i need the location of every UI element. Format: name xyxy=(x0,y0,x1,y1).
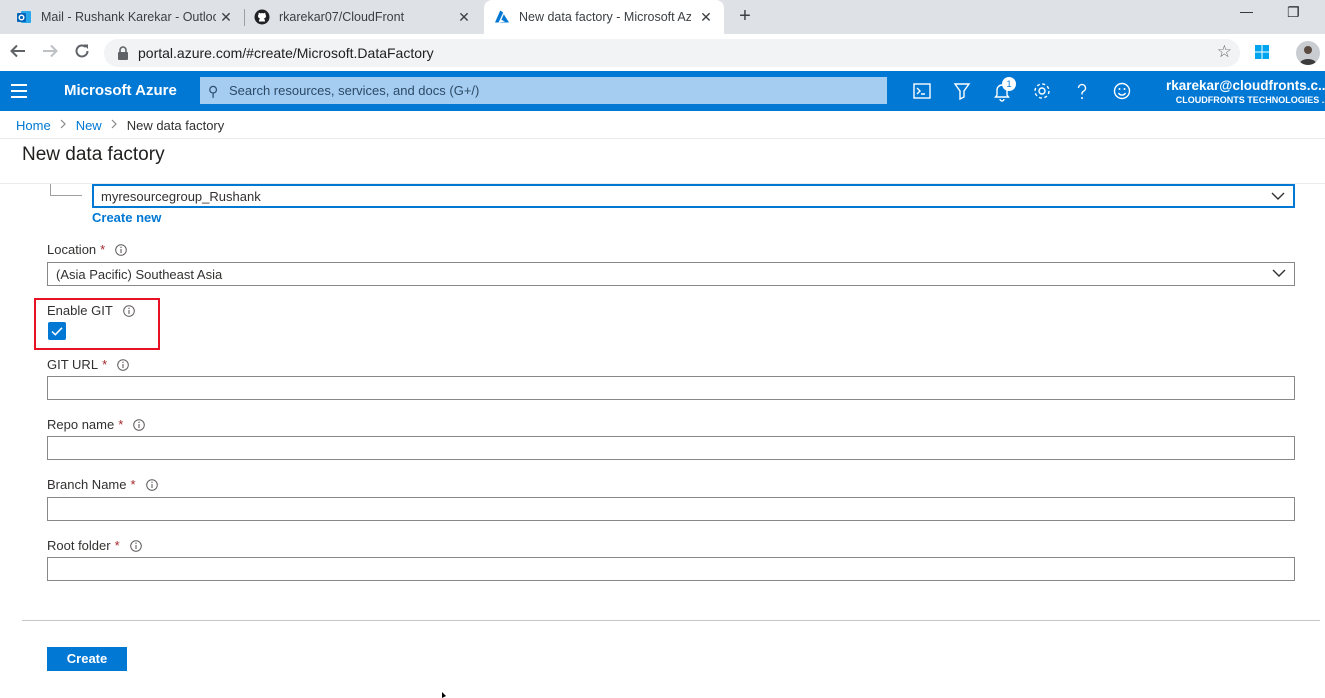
github-icon xyxy=(254,9,270,25)
outlook-icon xyxy=(17,11,31,23)
account-organization: CLOUDFRONTS TECHNOLOGIES ... xyxy=(1175,95,1325,105)
location-value: (Asia Pacific) Southeast Asia xyxy=(56,267,223,282)
branch-name-label: Branch Name * xyxy=(47,477,158,492)
root-folder-input[interactable] xyxy=(47,557,1295,581)
info-icon[interactable] xyxy=(115,243,128,256)
breadcrumb-new[interactable]: New xyxy=(76,118,102,133)
forward-button[interactable] xyxy=(40,42,60,62)
azure-top-bar: Microsoft Azure ⚲ Search resources, serv… xyxy=(0,71,1325,111)
url-text: portal.azure.com/#create/Microsoft.DataF… xyxy=(138,45,434,61)
enable-git-label: Enable GIT xyxy=(47,303,135,318)
breadcrumb-current: New data factory xyxy=(126,118,225,133)
create-new-resource-group-link[interactable]: Create new xyxy=(92,210,161,225)
required-asterisk: * xyxy=(100,242,106,257)
tab-outlook-mail[interactable]: Mail - Rushank Karekar - Outlook ✕ xyxy=(16,0,244,34)
browser-toolbar: portal.azure.com/#create/Microsoft.DataF… xyxy=(0,34,1325,71)
global-search-input[interactable]: ⚲ Search resources, services, and docs (… xyxy=(200,77,887,104)
windows-extension-icon[interactable] xyxy=(1255,45,1269,59)
search-icon: ⚲ xyxy=(208,83,219,99)
tab-title: New data factory - Microsoft Azure xyxy=(519,10,691,24)
tree-connector-line xyxy=(50,184,82,196)
close-tab-icon[interactable]: ✕ xyxy=(456,9,472,25)
notification-count-badge: 1 xyxy=(1002,77,1016,91)
location-label-text: Location xyxy=(47,242,97,257)
settings-gear-icon[interactable] xyxy=(1031,80,1053,102)
hamburger-menu-icon[interactable] xyxy=(11,84,27,98)
divider xyxy=(0,138,1325,139)
location-label: Location * xyxy=(47,242,128,257)
arrow-left-icon xyxy=(10,44,25,58)
tab-github-cloudfront[interactable]: rkarekar07/CloudFront ✕ xyxy=(254,0,482,34)
back-button[interactable] xyxy=(8,42,28,62)
reload-button[interactable] xyxy=(72,42,92,62)
directory-filter-icon[interactable] xyxy=(951,80,973,102)
required-asterisk: * xyxy=(114,538,120,553)
close-tab-icon[interactable]: ✕ xyxy=(698,9,714,25)
chevron-down-icon xyxy=(1271,192,1285,200)
profile-avatar[interactable] xyxy=(1296,41,1320,65)
resource-group-select[interactable]: myresourcegroup_Rushank xyxy=(92,184,1295,208)
repo-name-label-text: Repo name xyxy=(47,417,115,432)
branch-name-input[interactable] xyxy=(47,497,1295,521)
azure-brand[interactable]: Microsoft Azure xyxy=(64,82,177,99)
repo-name-input[interactable] xyxy=(47,436,1295,460)
lock-icon xyxy=(118,46,128,60)
required-asterisk: * xyxy=(102,357,108,372)
breadcrumb-home[interactable]: Home xyxy=(16,118,51,133)
root-folder-label: Root folder * xyxy=(47,538,142,553)
enable-git-checkbox[interactable] xyxy=(48,322,66,340)
close-tab-icon[interactable]: ✕ xyxy=(218,9,234,25)
reload-icon xyxy=(75,44,89,58)
address-bar[interactable]: portal.azure.com/#create/Microsoft.DataF… xyxy=(104,39,1240,67)
required-asterisk: * xyxy=(130,477,136,492)
breadcrumb-separator-icon xyxy=(60,119,67,132)
tab-new-data-factory[interactable]: New data factory - Microsoft Azure ✕ xyxy=(484,0,724,34)
bookmark-star-icon[interactable]: ☆ xyxy=(1217,42,1232,62)
help-question-icon[interactable] xyxy=(1071,80,1093,102)
arrow-right-icon xyxy=(43,44,58,58)
tab-title: rkarekar07/CloudFront xyxy=(279,10,405,24)
create-button[interactable]: Create xyxy=(47,647,127,671)
git-url-label-text: GIT URL xyxy=(47,357,99,372)
tab-separator xyxy=(244,9,245,26)
root-folder-label-text: Root folder xyxy=(47,538,111,553)
mouse-cursor-icon xyxy=(442,692,446,698)
info-icon[interactable] xyxy=(122,304,135,317)
account-menu[interactable]: rkarekar@cloudfronts.c... CLOUDFRONTS TE… xyxy=(1166,78,1325,105)
tab-title: Mail - Rushank Karekar - Outlook xyxy=(41,10,216,24)
required-asterisk: * xyxy=(118,417,124,432)
git-url-label: GIT URL * xyxy=(47,357,129,372)
info-icon[interactable] xyxy=(145,478,158,491)
breadcrumb-separator-icon xyxy=(111,119,118,132)
checkmark-icon xyxy=(51,327,63,336)
breadcrumb: Home New New data factory xyxy=(16,118,224,133)
restore-window-button[interactable]: ❐ xyxy=(1287,4,1300,21)
info-icon[interactable] xyxy=(129,539,142,552)
avatar-icon xyxy=(1299,46,1317,65)
enable-git-label-text: Enable GIT xyxy=(47,303,113,318)
minimize-window-button[interactable]: — xyxy=(1240,4,1253,19)
info-icon[interactable] xyxy=(133,418,146,431)
account-email: rkarekar@cloudfronts.c... xyxy=(1166,78,1325,93)
divider xyxy=(22,620,1320,621)
info-icon[interactable] xyxy=(117,358,129,371)
location-select[interactable]: (Asia Pacific) Southeast Asia xyxy=(47,262,1295,286)
new-tab-button[interactable]: + xyxy=(735,6,755,26)
git-url-input[interactable] xyxy=(47,376,1295,400)
browser-tab-strip: Mail - Rushank Karekar - Outlook ✕ rkare… xyxy=(0,0,1325,34)
cloud-shell-icon[interactable] xyxy=(911,80,933,102)
page-title: New data factory xyxy=(22,144,165,165)
resource-group-value: myresourcegroup_Rushank xyxy=(101,189,261,204)
search-placeholder: Search resources, services, and docs (G+… xyxy=(229,83,480,98)
branch-name-label-text: Branch Name xyxy=(47,477,127,492)
repo-name-label: Repo name * xyxy=(47,417,146,432)
azure-icon xyxy=(495,10,509,23)
feedback-smiley-icon[interactable] xyxy=(1111,80,1133,102)
chevron-down-icon xyxy=(1272,269,1286,277)
